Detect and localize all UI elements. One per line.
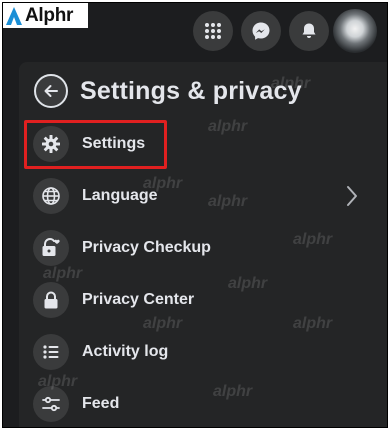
alphr-logo: Alphr: [3, 3, 88, 28]
list-icon: [43, 345, 59, 359]
lock-icon: [44, 291, 58, 309]
watermark: alphr: [271, 75, 311, 92]
list-icon-wrap: [33, 334, 69, 370]
watermark: alphr: [208, 118, 248, 135]
watermark: alphr: [143, 175, 183, 192]
watermark: alphr: [293, 231, 333, 248]
lock-icon-wrap: [33, 282, 69, 318]
messenger-icon: [252, 22, 270, 40]
back-button[interactable]: [34, 74, 68, 108]
logo-text: Alphr: [25, 4, 74, 26]
sliders-icon: [42, 396, 60, 412]
watermark: alphr: [38, 373, 78, 390]
account-avatar[interactable]: [333, 9, 377, 53]
watermark: alphr: [143, 315, 183, 332]
menu-item-activity-log[interactable]: Activity log: [23, 328, 383, 376]
menu-grid-button[interactable]: [193, 11, 233, 51]
watermark: alphr: [293, 315, 333, 332]
settings-highlight-box: [24, 120, 167, 169]
menu-item-label: Feed: [82, 395, 120, 412]
app-window: Alphr Settings & privacy Settings Langua…: [2, 2, 388, 428]
watermark: alphr: [213, 383, 253, 400]
arrow-left-icon: [44, 85, 58, 97]
grid-icon: [205, 23, 221, 39]
menu-item-label: Privacy Checkup: [82, 239, 211, 256]
alphr-logo-icon: [6, 6, 22, 25]
bell-icon: [302, 23, 316, 38]
globe-icon: [42, 187, 60, 205]
chevron-right-icon: [347, 186, 357, 206]
watermark: alphr: [208, 193, 248, 210]
menu-item-language[interactable]: Language: [23, 172, 383, 220]
lock-heart-icon: [42, 238, 60, 256]
watermark: alphr: [228, 275, 268, 292]
lock-heart-icon-wrap: [33, 230, 69, 266]
menu-item-label: Privacy Center: [82, 291, 195, 308]
globe-icon-wrap: [33, 178, 69, 214]
messenger-button[interactable]: [241, 11, 281, 51]
watermark: alphr: [43, 265, 83, 282]
page-title: Settings & privacy: [80, 77, 302, 105]
sliders-icon-wrap: [33, 386, 69, 422]
menu-item-label: Activity log: [82, 343, 169, 360]
notifications-button[interactable]: [289, 11, 329, 51]
